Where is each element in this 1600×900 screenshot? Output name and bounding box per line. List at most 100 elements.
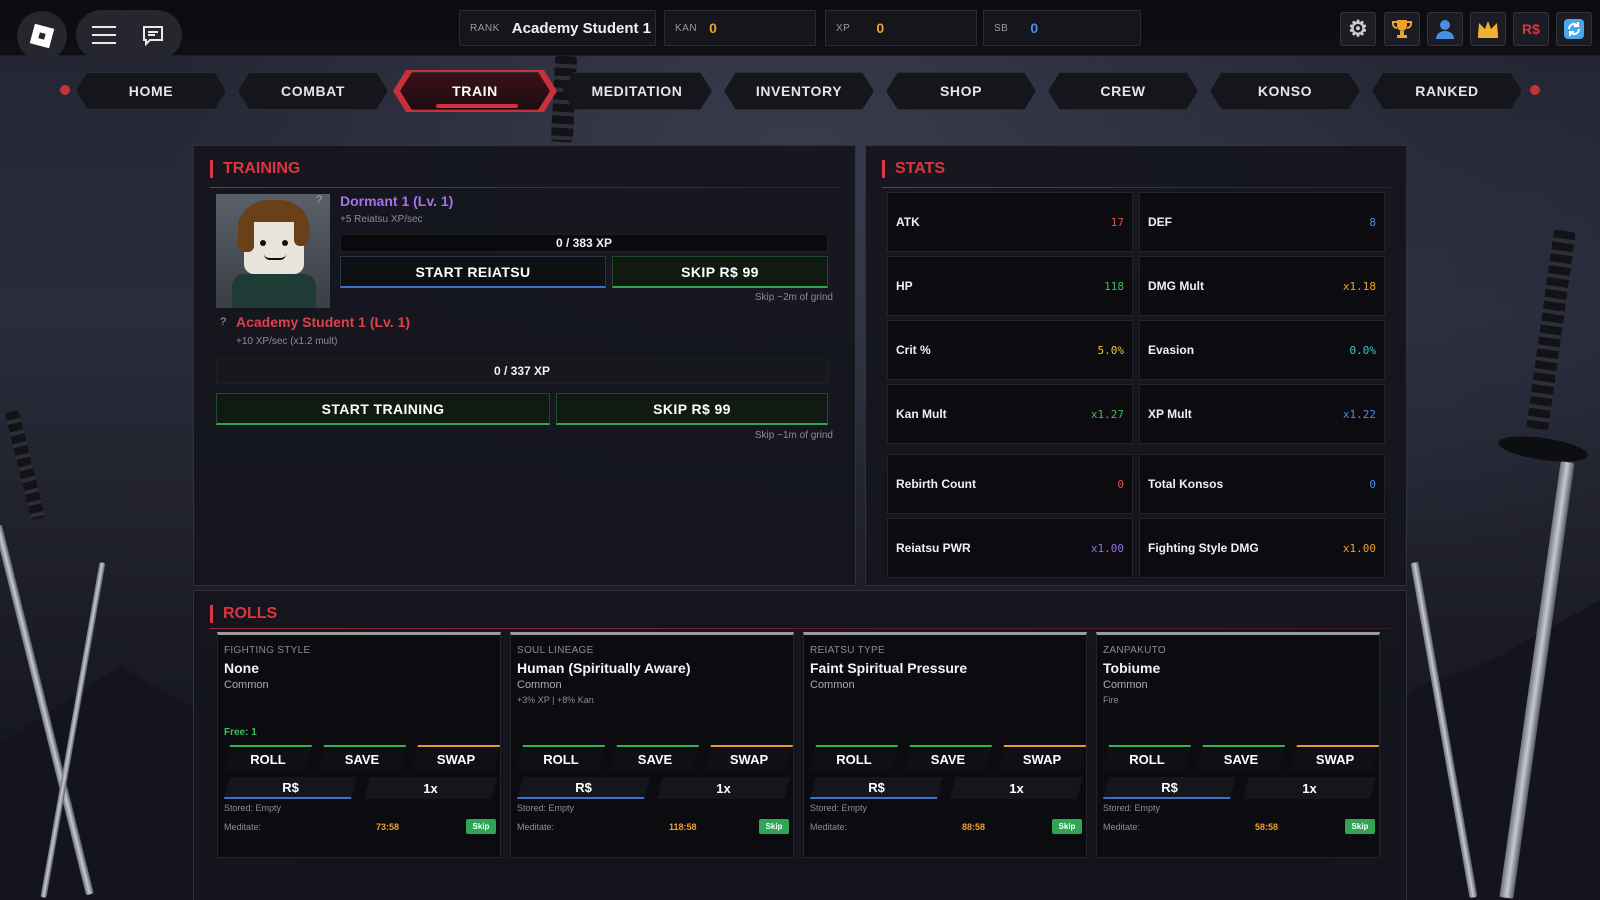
roll-card-fighting-style: FIGHTING STYLE None Common Free: 1 ROLL SAVE S…	[217, 632, 501, 858]
refresh-button[interactable]	[1556, 12, 1592, 46]
tab-ranked-label: RANKED	[1415, 83, 1479, 99]
swap-button[interactable]: SWAP	[705, 745, 793, 771]
xp-label: XP	[836, 22, 851, 34]
skip-training-label: SKIP R$ 99	[653, 400, 731, 417]
robux-roll-label: R$	[1161, 779, 1178, 795]
roll-multiplier-button[interactable]: 1x	[657, 777, 790, 799]
meditate-timer: 58:58	[1255, 822, 1279, 832]
stat-value: x1.00	[1342, 541, 1376, 555]
start-training-button[interactable]: START TRAINING	[216, 393, 550, 425]
robux-roll-button[interactable]: R$	[224, 777, 357, 799]
meditate-timer: 73:58	[376, 822, 400, 832]
stat-value: x1.22	[1342, 407, 1376, 421]
robux-button[interactable]: R$	[1513, 12, 1549, 46]
meditate-skip-button[interactable]: Skip	[1345, 819, 1375, 834]
roll-button-label: ROLL	[836, 751, 872, 767]
crown-button[interactable]	[1470, 12, 1506, 46]
reiatsu-xp-text: 0 / 383 XP	[555, 236, 613, 250]
roll-button[interactable]: ROLL	[224, 745, 312, 771]
trophy-button[interactable]	[1384, 12, 1420, 46]
stat-value: 0	[1117, 477, 1124, 491]
stat-value: x1.27	[1090, 407, 1124, 421]
stat-label: DMG Mult	[1148, 279, 1204, 293]
robux-roll-button[interactable]: R$	[1103, 777, 1236, 799]
tabs-left-dot	[60, 85, 70, 95]
reiatsu-help-icon[interactable]: ?	[312, 194, 326, 208]
save-button[interactable]: SAVE	[611, 745, 699, 771]
meditate-skip-button[interactable]: Skip	[759, 819, 789, 834]
meditate-skip-button[interactable]: Skip	[1052, 819, 1082, 834]
stat-evasion: Evasion 0.0%	[1139, 320, 1385, 380]
stat-xp-mult: XP Mult x1.22	[1139, 384, 1385, 444]
training-skip-note: Skip ~1m of grind	[754, 430, 833, 441]
tab-inventory[interactable]: INVENTORY	[724, 72, 874, 110]
skip-reiatsu-button[interactable]: SKIP R$ 99	[612, 256, 828, 288]
swap-button[interactable]: SWAP	[998, 745, 1086, 771]
tab-ranked[interactable]: RANKED	[1372, 72, 1522, 110]
tab-combat[interactable]: COMBAT	[238, 72, 388, 110]
stat-rebirth-count: Rebirth Count 0	[887, 454, 1133, 514]
roll-button[interactable]: ROLL	[810, 745, 898, 771]
chat-icon[interactable]	[141, 24, 165, 53]
tab-combat-label: COMBAT	[281, 83, 345, 99]
kan-display: KAN 0	[664, 10, 816, 46]
refresh-icon	[1564, 19, 1584, 39]
save-button[interactable]: SAVE	[318, 745, 406, 771]
stat-value: x1.00	[1090, 541, 1124, 555]
rank-help-icon[interactable]: ?	[220, 316, 226, 328]
tab-shop[interactable]: SHOP	[886, 72, 1036, 110]
meditate-timer: 118:58	[669, 822, 697, 832]
swap-button-label: SWAP	[1315, 751, 1355, 767]
swap-button-label: SWAP	[1022, 751, 1062, 767]
training-title-divider	[210, 187, 839, 188]
tab-konso[interactable]: KONSO	[1210, 72, 1360, 110]
skip-reiatsu-label: SKIP R$ 99	[681, 263, 759, 280]
meditate-timer: 88:58	[962, 822, 986, 832]
stats-panel: STATS ATK 17 DEF 8 HP 118 DMG Mult x1.18 Crit % 5…	[865, 145, 1407, 586]
roblox-logo-icon	[29, 23, 55, 49]
stat-value: 0.0%	[1349, 343, 1377, 357]
save-button[interactable]: SAVE	[1197, 745, 1285, 771]
roll-multiplier-button[interactable]: 1x	[950, 777, 1083, 799]
rank-label: RANK	[470, 22, 500, 34]
stat-label: XP Mult	[1148, 407, 1192, 421]
roll-category: REIATSU TYPE	[810, 645, 885, 656]
trophy-icon	[1392, 20, 1412, 38]
tab-home[interactable]: HOME	[76, 72, 226, 110]
roll-multiplier-label: 1x	[1302, 780, 1317, 796]
stat-value: 8	[1369, 215, 1376, 229]
stat-label: Reiatsu PWR	[896, 541, 971, 555]
roll-multiplier-label: 1x	[716, 780, 731, 796]
menu-icon[interactable]	[92, 26, 116, 44]
skip-training-button[interactable]: SKIP R$ 99	[556, 393, 828, 425]
roll-button[interactable]: ROLL	[517, 745, 605, 771]
roll-button[interactable]: ROLL	[1103, 745, 1191, 771]
robux-roll-button[interactable]: R$	[810, 777, 943, 799]
tab-meditation[interactable]: MEDITATION	[562, 72, 712, 110]
save-button[interactable]: SAVE	[904, 745, 992, 771]
stat-label: DEF	[1148, 215, 1172, 229]
roll-multiplier-button[interactable]: 1x	[364, 777, 497, 799]
roll-button-label: ROLL	[543, 751, 579, 767]
tab-meditation-label: MEDITATION	[591, 83, 683, 99]
start-reiatsu-button[interactable]: START REIATSU	[340, 256, 606, 288]
swap-button[interactable]: SWAP	[1291, 745, 1379, 771]
tab-crew[interactable]: CREW	[1048, 72, 1198, 110]
rank-train-rate: +10 XP/sec (x1.2 mult)	[236, 336, 338, 347]
profile-button[interactable]	[1427, 12, 1463, 46]
settings-button[interactable]: ⚙	[1340, 12, 1376, 46]
robux-roll-label: R$	[575, 779, 592, 795]
meditate-skip-button[interactable]: Skip	[466, 819, 496, 834]
swap-button[interactable]: SWAP	[412, 745, 500, 771]
sb-value: 0	[1030, 20, 1039, 36]
roll-multiplier-button[interactable]: 1x	[1243, 777, 1376, 799]
robux-roll-button[interactable]: R$	[517, 777, 650, 799]
rank-xp-bar: 0 / 337 XP	[216, 358, 828, 384]
roblox-logo-button[interactable]	[17, 11, 67, 61]
roll-multiplier-label: 1x	[1009, 780, 1024, 796]
save-button-label: SAVE	[637, 751, 673, 767]
tab-train-label: TRAIN	[452, 83, 498, 99]
roll-rarity: Common	[810, 679, 855, 691]
rolls-title: ROLLS	[210, 605, 277, 623]
roll-card-reiatsu-type: REIATSU TYPE Faint Spiritual Pressure Comm…	[803, 632, 1087, 858]
